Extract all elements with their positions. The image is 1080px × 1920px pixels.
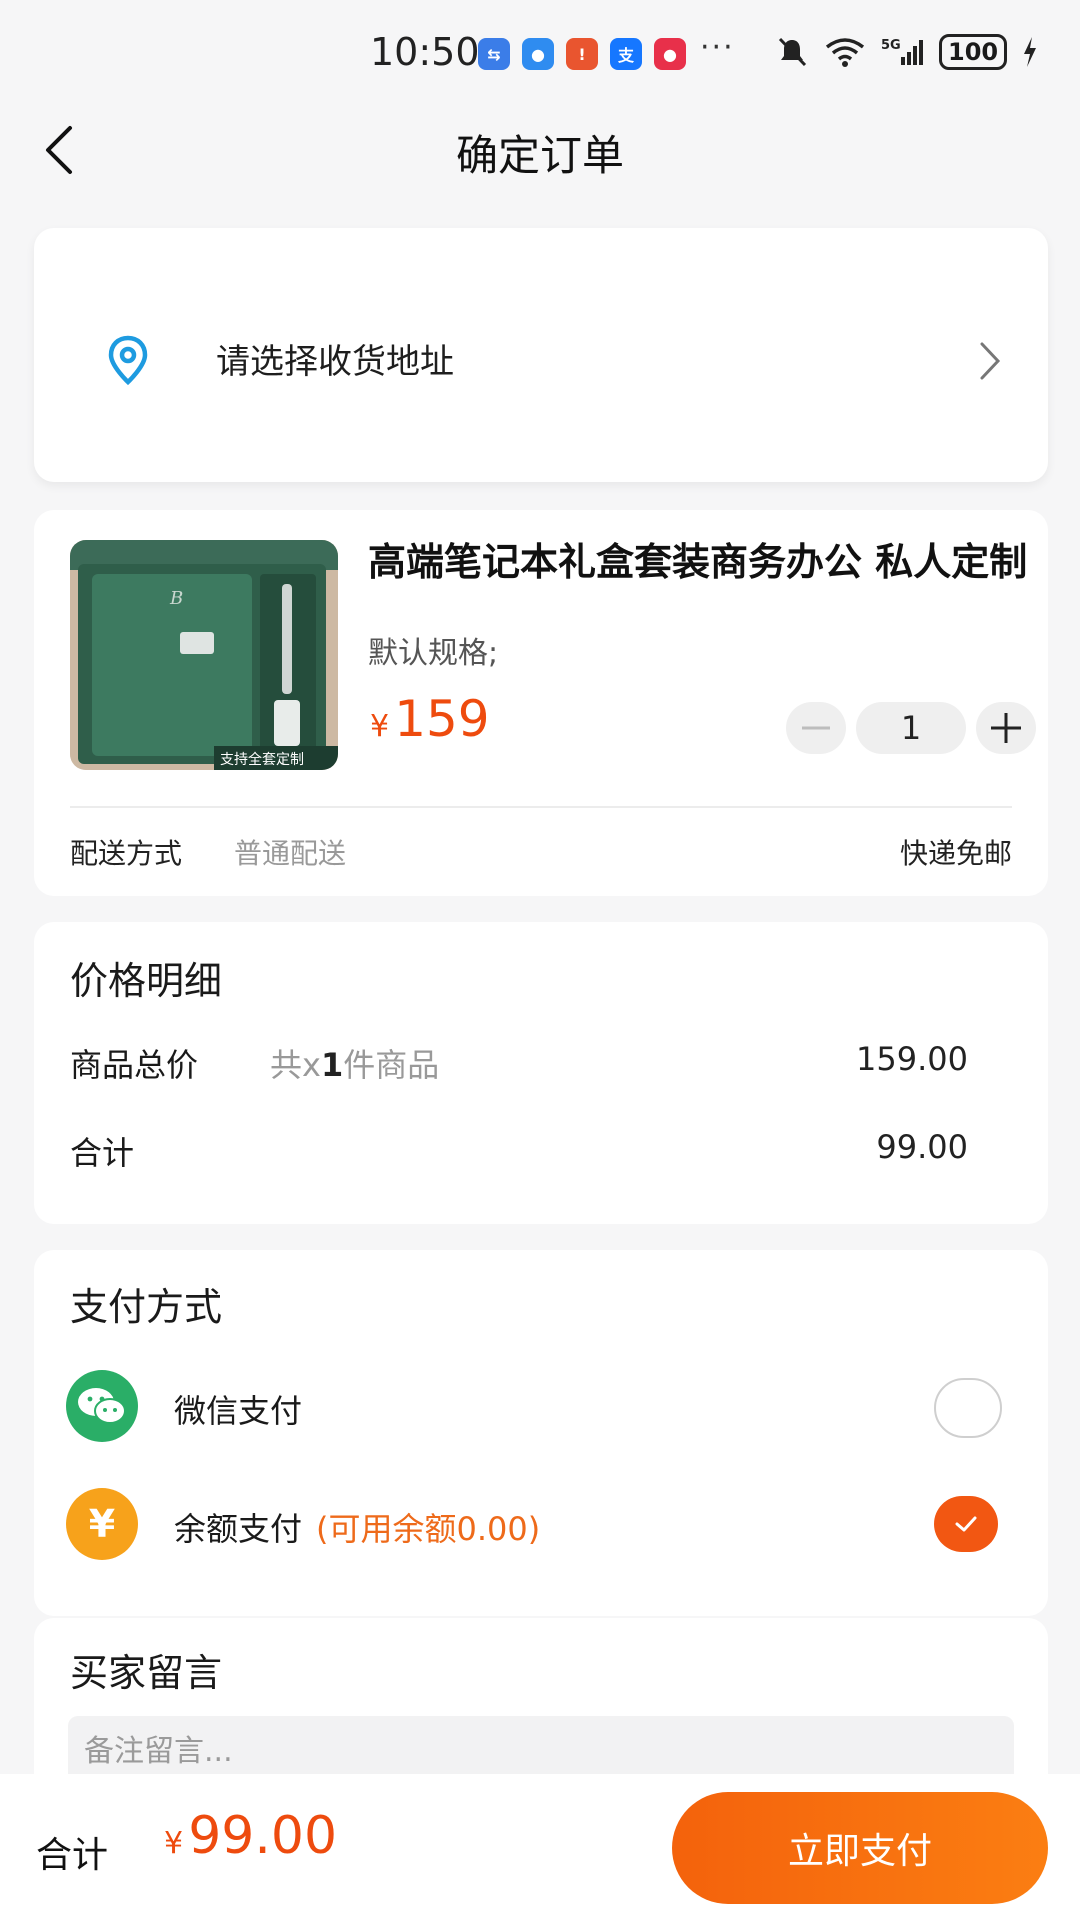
message-icon: ● [522,38,554,70]
bottom-total-value: 99.00 [188,1806,338,1866]
wechat-pay-radio[interactable] [934,1378,1002,1438]
product-image: B 支持全套定制 [70,540,338,770]
address-placeholder: 请选择收货地址 [216,342,454,382]
delivery-label: 配送方式 [70,837,183,870]
notebook-gift-box-image: B 支持全套定制 [70,540,338,770]
pay-now-button[interactable]: 立即支付 [672,1792,1048,1904]
yen-icon: ¥ [66,1488,138,1560]
delivery-method: 普通配送 [234,837,347,870]
charging-icon [1024,37,1037,67]
payment-method-card: 支付方式 微信支付 ¥ 余额支付 (可用余额0.00) [34,1250,1048,1616]
currency-symbol: ¥ [164,1826,184,1861]
notification-app-icon: ! [566,38,598,70]
balance-pay-radio[interactable] [934,1496,998,1552]
quantity-value[interactable]: 1 [856,702,966,754]
chevron-right-icon [980,342,1001,380]
subtotal-value: 159.00 [856,1040,968,1078]
bottom-total-label: 合计 [36,1835,109,1876]
svg-text:5G: 5G [881,38,901,53]
product-card: B 支持全套定制 高端笔记本礼盒套装商务办公 私人定制 默认规格; ¥ 159 … [34,510,1048,896]
image-badge-text: 支持全套定制 [220,751,304,768]
page-title: 确定订单 [455,131,624,180]
decrease-quantity-button[interactable] [786,702,846,754]
status-bar: 10:50 ⇆ ● ! 支 ● ··· 5G 100 [0,0,1080,100]
quantity-stepper: 1 [786,702,1036,754]
status-indicators: 5G 100 [775,34,1039,70]
location-pin-icon [108,335,148,386]
checkout-bar: 合计 ¥ 99.00 立即支付 [0,1774,1080,1920]
currency-symbol: ¥ [370,709,390,744]
more-notifications-icon: ··· [700,30,735,65]
item-count: 共x1件商品 [270,1046,440,1084]
buyer-message-title: 买家留言 [70,1651,223,1695]
product-price: ¥ 159 [370,690,490,748]
product-spec: 默认规格; [368,636,499,671]
subtotal-label: 商品总价 [70,1046,199,1084]
total-label: 合计 [70,1134,135,1172]
total-value: 99.00 [876,1128,968,1166]
battery-icon: 100 [939,34,1008,70]
mute-bell-icon [778,37,807,67]
plus-icon [991,713,1021,743]
product-name: 高端笔记本礼盒套装商务办公 私人定制 [368,540,1028,584]
status-app-icons: ⇆ ● ! 支 ● [478,38,686,70]
product-price-value: 159 [394,690,490,748]
bottom-total-price: ¥ 99.00 [164,1806,337,1866]
increase-quantity-button[interactable] [976,702,1036,754]
price-detail-card: 价格明细 商品总价 共x1件商品 159.00 合计 99.00 [34,922,1048,1224]
free-shipping-note: 快递免邮 [899,837,1012,870]
shopping-app-icon: ● [654,38,686,70]
balance-pay-label: 余额支付 (可用余额0.00) [174,1510,541,1548]
checkmark-icon [955,1516,977,1532]
address-selector[interactable]: 请选择收货地址 [34,228,1048,482]
wechat-pay-icon [66,1370,138,1442]
wifi-icon [825,38,865,67]
price-detail-title: 价格明细 [70,959,223,1003]
available-balance: (可用余额0.00) [316,1510,541,1548]
alipay-icon: 支 [610,38,642,70]
svg-text:B: B [169,588,183,609]
wechat-pay-label: 微信支付 [174,1392,303,1430]
minus-icon [802,726,830,730]
payment-title: 支付方式 [70,1285,223,1329]
signal-5g-icon: 5G [881,38,923,65]
divider [70,806,1012,808]
usb-icon: ⇆ [478,38,510,70]
status-time: 10:50 [370,30,480,74]
